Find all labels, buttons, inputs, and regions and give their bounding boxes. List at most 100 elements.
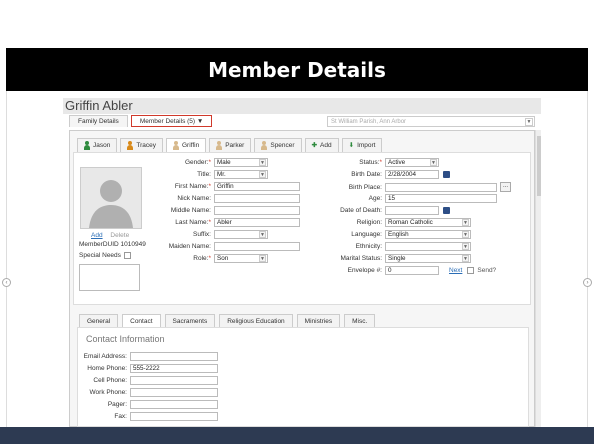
chevron-down-icon: ▼: [430, 159, 437, 166]
cell-phone-field[interactable]: [130, 376, 218, 385]
calendar-icon[interactable]: [443, 207, 450, 214]
prev-slide-arrow-icon[interactable]: ‹: [2, 278, 11, 287]
fax-field[interactable]: [130, 412, 218, 421]
tab-religious-education[interactable]: Religious Education: [219, 314, 293, 328]
suffix-select[interactable]: ▼: [214, 230, 268, 239]
member-tab-griffin[interactable]: Griffin: [165, 138, 207, 152]
chevron-down-icon: ▼: [259, 231, 266, 238]
maiden-name-label: Maiden Name:: [168, 243, 211, 250]
last-name-row: Last Name:* Abler: [149, 218, 300, 227]
next-envelope-link[interactable]: Next: [449, 267, 462, 274]
language-row: Language: English ▼: [313, 230, 471, 239]
ellipsis-button[interactable]: ...: [500, 182, 511, 192]
envelope-row: Envelope #: 0 Next Send?: [313, 266, 496, 275]
nick-name-row: Nick Name:: [149, 194, 300, 203]
status-label: Status:*: [359, 159, 382, 166]
birth-place-field[interactable]: [385, 182, 497, 192]
contact-title: Contact Information: [86, 334, 165, 344]
member-tab-tracey[interactable]: Tracey: [120, 138, 163, 152]
send-checkbox[interactable]: [467, 267, 475, 274]
add-member-button[interactable]: ✚ Add: [304, 138, 339, 152]
work-phone-row: Work Phone:: [63, 388, 218, 397]
last-name-field[interactable]: Abler: [214, 218, 300, 227]
work-phone-field[interactable]: [130, 388, 218, 397]
scrollbar-thumb[interactable]: [537, 136, 541, 196]
marital-status-row: Marital Status: Single ▼: [313, 254, 471, 263]
ethnicity-select[interactable]: ▼: [385, 242, 471, 251]
age-field[interactable]: 15: [385, 194, 497, 203]
member-tab-label: Parker: [225, 142, 245, 149]
birth-place-label: Birth Place:: [348, 183, 382, 191]
tab-general[interactable]: General: [79, 314, 119, 328]
suffix-row: Suffix: ▼: [149, 230, 268, 239]
person-icon: [216, 141, 223, 150]
tab-contact[interactable]: Contact: [122, 314, 161, 328]
maiden-name-field[interactable]: [214, 242, 300, 251]
special-needs-label: Special Needs: [79, 252, 121, 259]
home-phone-field[interactable]: 555-2222: [130, 364, 218, 373]
member-photo: [80, 167, 142, 229]
member-tab-spencer[interactable]: Spencer: [254, 138, 302, 152]
nick-name-label: Nick Name:: [177, 195, 211, 202]
member-tab-label: Add: [320, 142, 332, 149]
email-field[interactable]: [130, 352, 218, 361]
age-label: Age:: [368, 195, 382, 202]
tab-family-details[interactable]: Family Details: [69, 115, 128, 127]
special-needs-checkbox[interactable]: [123, 252, 131, 259]
detail-tabs: General Contact Sacraments Religious Edu…: [79, 314, 376, 328]
religion-select[interactable]: Roman Catholic ▼: [385, 218, 471, 227]
chevron-down-icon: ▼: [462, 255, 469, 262]
calendar-icon[interactable]: [443, 171, 450, 178]
tab-ministries[interactable]: Ministries: [296, 314, 341, 328]
member-tab-parker[interactable]: Parker: [209, 138, 252, 152]
role-select[interactable]: Son ▼: [214, 254, 268, 263]
religion-label: Religion:: [356, 219, 382, 226]
email-label: Email Address:: [83, 353, 127, 360]
role-label: Role:*: [193, 255, 211, 262]
nick-name-field[interactable]: [214, 194, 300, 203]
member-tab-jason[interactable]: Jason: [77, 138, 118, 152]
panel-scrollbar[interactable]: [535, 130, 541, 427]
tab-sacraments[interactable]: Sacraments: [164, 314, 216, 328]
person-icon: [127, 141, 134, 150]
status-row: Status:* Active ▼: [313, 158, 439, 167]
person-icon: [172, 141, 179, 150]
person-icon: [261, 141, 268, 150]
religion-row: Religion: Roman Catholic ▼: [313, 218, 471, 227]
tab-misc[interactable]: Misc.: [344, 314, 376, 328]
chevron-down-icon: ▼: [525, 118, 533, 126]
parish-select[interactable]: St William Parish, Ann Arbor ▼: [327, 116, 535, 127]
tab-member-details[interactable]: Member Details (5) ▼: [130, 115, 213, 127]
birth-date-field[interactable]: 2/28/2004: [385, 170, 439, 179]
add-photo-link[interactable]: Add: [91, 232, 103, 239]
birth-date-label: Birth Date:: [351, 171, 382, 178]
member-tab-label: Tracey: [136, 142, 156, 149]
special-needs-notes[interactable]: [79, 264, 140, 291]
avatar-silhouette-icon: [81, 168, 141, 228]
chevron-down-icon: ▼: [259, 159, 266, 166]
envelope-field[interactable]: 0: [385, 266, 439, 275]
delete-photo-link[interactable]: Delete: [110, 232, 129, 239]
first-name-label: First Name:*: [174, 183, 211, 190]
import-member-button[interactable]: ⬇ Import: [341, 138, 383, 152]
middle-name-row: Middle Name:: [149, 206, 300, 215]
middle-name-field[interactable]: [214, 206, 300, 215]
email-row: Email Address:: [63, 352, 218, 361]
suffix-label: Suffix:: [193, 231, 211, 238]
status-select[interactable]: Active ▼: [385, 158, 439, 167]
language-label: Language:: [351, 231, 382, 238]
add-icon: ✚: [311, 142, 318, 149]
chevron-down-icon: ▼: [462, 231, 469, 238]
language-select[interactable]: English ▼: [385, 230, 471, 239]
marital-status-select[interactable]: Single ▼: [385, 254, 471, 263]
gender-select[interactable]: Male ▼: [214, 158, 268, 167]
date-of-death-field[interactable]: [385, 206, 439, 215]
next-slide-arrow-icon[interactable]: ›: [583, 278, 592, 287]
title-select[interactable]: Mr. ▼: [214, 170, 268, 179]
chevron-down-icon: ▼: [259, 255, 266, 262]
first-name-field[interactable]: Griffin: [214, 182, 300, 191]
age-row: Age: 15: [313, 194, 497, 203]
pager-field[interactable]: [130, 400, 218, 409]
fax-label: Fax:: [114, 413, 127, 420]
title-label: Title:: [197, 171, 211, 178]
